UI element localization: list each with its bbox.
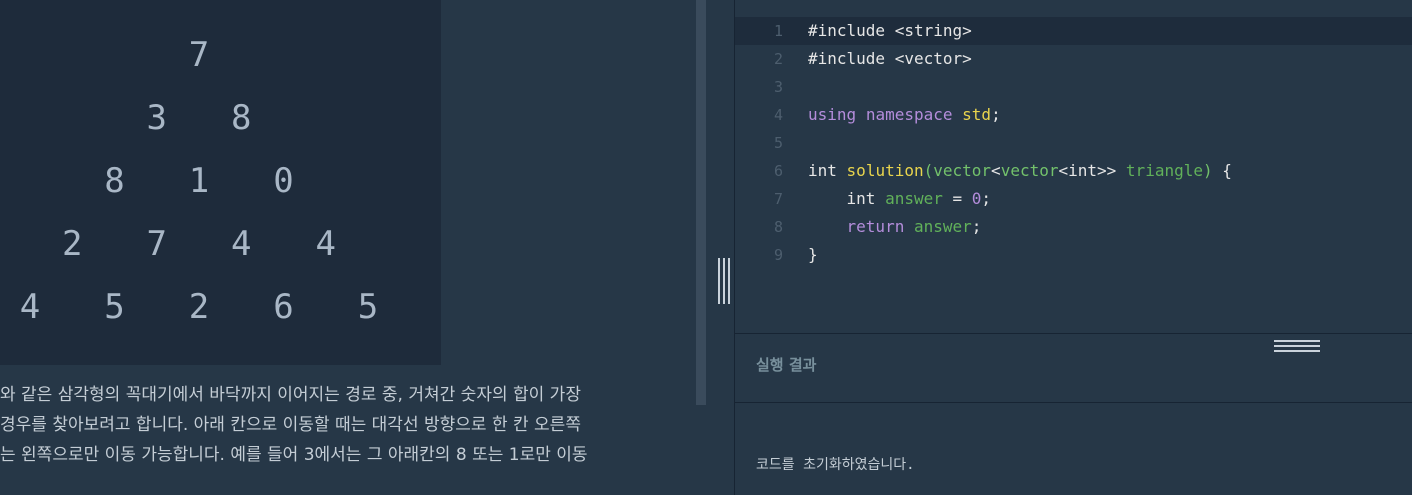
triangle-number: 4 <box>19 287 41 327</box>
code-token: <int>> <box>1058 161 1117 180</box>
code-token: answer <box>913 217 972 236</box>
description-line: 경우를 찾아보려고 합니다. 아래 칸으로 이동할 때는 대각선 방향으로 한 … <box>0 415 581 435</box>
code-token: int <box>808 161 837 180</box>
line-number: 5 <box>773 134 783 152</box>
code-text: } <box>808 241 818 269</box>
line-number: 7 <box>773 190 783 208</box>
code-text: int answer = 0; <box>808 185 992 213</box>
code-token: 0 <box>971 189 982 208</box>
triangle-image: 738810274445265 <box>0 0 441 365</box>
code-token: namespace <box>865 105 953 124</box>
code-line[interactable]: 5 <box>735 129 1412 157</box>
line-number: 8 <box>773 218 783 236</box>
triangle-number: 4 <box>315 224 336 264</box>
triangle-number: 0 <box>273 161 294 201</box>
triangle-number: 1 <box>188 161 210 201</box>
code-line[interactable]: 1 #include <string> <box>735 17 1412 45</box>
code-token: = <box>942 189 972 208</box>
panel-divider[interactable] <box>706 0 735 495</box>
code-token: return <box>846 217 905 236</box>
problem-description-panel: 738810274445265 와 같은 삼각형의 꼭대기에서 바닥까지 이어지… <box>0 0 696 495</box>
code-token: std <box>962 105 992 124</box>
description-line: 와 같은 삼각형의 꼭대기에서 바닥까지 이어지는 경로 중, 거쳐간 숫자의 … <box>0 385 581 405</box>
code-token: #include <vector> <box>808 49 972 68</box>
code-token: ; <box>981 189 992 208</box>
line-number: 4 <box>773 106 783 124</box>
results-resize-handle-icon[interactable] <box>1274 340 1320 352</box>
code-text: #include <vector> <box>808 45 972 73</box>
triangle-number: 3 <box>146 98 167 138</box>
code-token: ; <box>991 105 1001 124</box>
triangle-number: 5 <box>104 287 125 327</box>
code-editor[interactable]: 1 #include <string> 2 #include <vector> 3 4 us… <box>735 0 1412 333</box>
code-token: vector <box>1000 161 1059 180</box>
line-number: 6 <box>773 162 783 180</box>
code-token: ; <box>971 217 982 236</box>
code-text: int solution(vector<vector<int>> triangl… <box>808 157 1232 185</box>
code-text: return answer; <box>808 213 982 241</box>
description-scrollbar[interactable] <box>696 0 706 405</box>
triangle-number: 7 <box>188 35 210 75</box>
description-line: 는 왼쪽으로만 이동 가능합니다. 예를 들어 3에서는 그 아래칸의 8 또는… <box>0 445 588 465</box>
code-token: } <box>808 245 818 264</box>
triangle-number: 5 <box>357 287 379 327</box>
triangle-number: 8 <box>104 161 125 201</box>
line-number: 2 <box>773 50 783 68</box>
code-token: #include <string> <box>808 21 972 40</box>
results-panel: 실행 결과 코드를 초기화하였습니다. <box>735 333 1412 495</box>
code-token: answer <box>885 189 943 208</box>
code-text: using namespace std; <box>808 101 1001 129</box>
code-line[interactable]: 6 int solution(vector<vector<int>> triang… <box>735 157 1412 185</box>
problem-description: 와 같은 삼각형의 꼭대기에서 바닥까지 이어지는 경로 중, 거쳐간 숫자의 … <box>0 380 690 470</box>
code-line[interactable]: 7 int answer = 0; <box>735 185 1412 213</box>
code-token: vector <box>933 161 992 180</box>
code-token: ) <box>1202 161 1213 180</box>
code-line[interactable]: 2 #include <vector> <box>735 45 1412 73</box>
code-text: #include <string> <box>808 17 972 45</box>
code-token: < <box>991 161 1001 180</box>
code-token: using <box>808 105 857 124</box>
results-title: 실행 결과 <box>756 356 817 374</box>
line-number: 3 <box>773 78 783 96</box>
triangle-number: 6 <box>273 287 294 327</box>
line-number: 1 <box>773 22 783 40</box>
code-token: ( <box>923 161 934 180</box>
triangle-number: 7 <box>146 224 167 264</box>
line-number: 9 <box>773 246 783 264</box>
resize-handle-icon[interactable] <box>718 258 732 304</box>
code-token: solution <box>846 161 924 180</box>
code-token: int <box>808 189 876 208</box>
results-divider <box>735 402 1412 403</box>
code-line[interactable]: 3 <box>735 73 1412 101</box>
triangle-number: 2 <box>188 287 210 327</box>
code-token: triangle <box>1125 161 1203 180</box>
code-line[interactable]: 4 using namespace std; <box>735 101 1412 129</box>
triangle-number: 2 <box>62 224 83 264</box>
code-token: { <box>1212 161 1232 180</box>
results-message: 코드를 초기화하였습니다. <box>756 457 915 473</box>
triangle-number: 4 <box>231 224 252 264</box>
code-line[interactable]: 8 return answer; <box>735 213 1412 241</box>
triangle-number: 8 <box>231 98 252 138</box>
code-line[interactable]: 9} <box>735 241 1412 269</box>
